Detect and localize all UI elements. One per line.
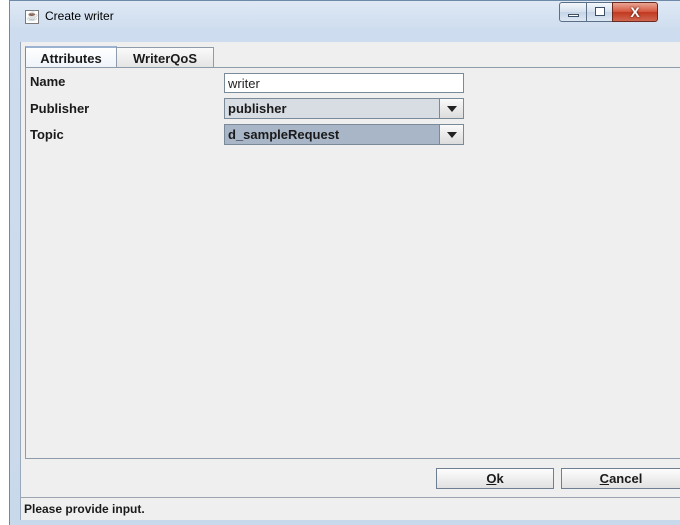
topic-select[interactable]: d_sampleRequest [224,124,464,145]
tab-writerqos[interactable]: WriterQoS [116,47,214,68]
close-button[interactable]: X [612,2,658,22]
name-field[interactable]: writer [224,73,464,93]
chevron-down-icon [447,106,457,112]
cancel-mnemonic: C [599,471,610,486]
ok-button[interactable]: Ok [436,468,554,489]
window-title: Create writer [45,9,114,23]
ok-label: k [496,471,504,486]
publisher-selected-value: publisher [228,101,287,116]
chevron-down-icon [447,132,457,138]
title-bar[interactable]: ☕ Create writer X [9,0,680,34]
ok-mnemonic: O [486,471,497,486]
button-bar: Ok Cancel [21,462,680,489]
minimize-button[interactable] [559,2,587,22]
maximize-button[interactable] [586,2,613,22]
cancel-button[interactable]: Cancel [561,468,680,489]
java-cup-icon: ☕ [25,10,39,24]
close-icon: X [630,4,640,20]
dialog-content: Attributes WriterQoS Name writer Publish… [20,42,680,520]
tab-attributes[interactable]: Attributes [25,46,117,68]
status-bar: Please provide input. [21,497,680,519]
maximize-icon [595,7,605,16]
name-label: Name [30,74,66,89]
minimize-icon [568,14,579,17]
publisher-dropdown-button[interactable] [439,99,463,118]
topic-selected-value: d_sampleRequest [225,125,439,144]
publisher-label: Publisher [30,101,90,116]
publisher-select[interactable]: publisher [224,98,464,119]
attributes-panel: Name writer Publisher publisher Topic d_… [25,67,680,459]
cancel-label: ancel [609,471,643,486]
topic-dropdown-button[interactable] [439,125,463,144]
topic-label: Topic [30,127,64,142]
